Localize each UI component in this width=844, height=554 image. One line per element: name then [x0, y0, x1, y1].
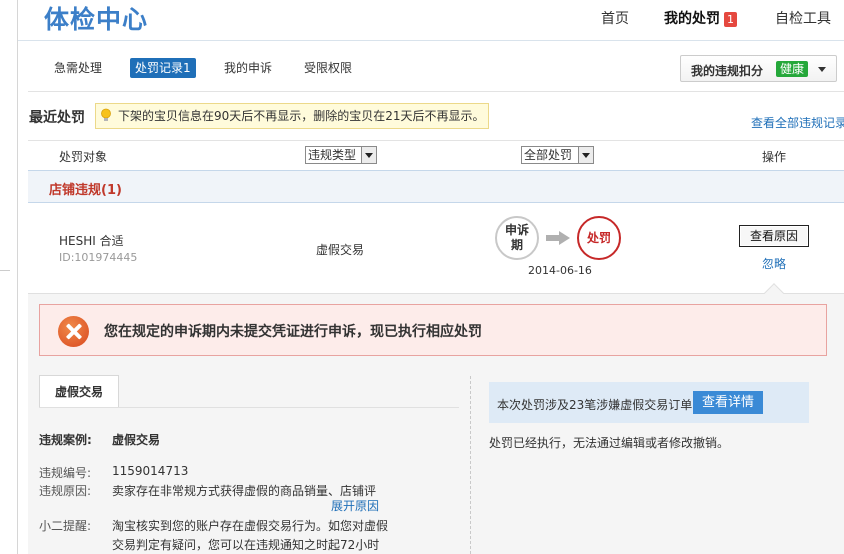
dropdown-arrow-icon	[361, 147, 376, 163]
notice-text: 下架的宝贝信息在90天后不再显示，删除的宝贝在21天后不再显示。	[118, 109, 485, 123]
reminder-label: 小二提醒:	[39, 519, 92, 533]
ignore-link[interactable]: 忽略	[762, 255, 786, 272]
reminder-text-line2: 交易判定有疑问，您可以在违规通知之时起72小时	[112, 538, 380, 552]
dropdown-arrow-icon	[578, 147, 593, 163]
tabs-divider	[28, 91, 844, 92]
nav-self-check-link[interactable]: 自检工具	[775, 8, 831, 28]
violation-number-value: 1159014713	[112, 464, 189, 478]
case-tab-fake-trade[interactable]: 虚假交易	[39, 375, 119, 408]
tab-restricted-permissions[interactable]: 受限权限	[304, 58, 352, 78]
violation-score-label: 我的违规扣分	[691, 64, 764, 78]
column-header-object: 处罚对象	[59, 150, 108, 164]
penalty-count-badge: 1	[724, 12, 737, 27]
recent-penalty-title: 最近处罚	[29, 110, 85, 126]
view-details-button[interactable]: 查看详情	[693, 391, 763, 414]
step-penalty: 处罚	[577, 216, 621, 260]
nav-my-penalty-link[interactable]: 我的处罚 1	[664, 8, 737, 28]
case-tab-divider	[39, 407, 459, 408]
case-value: 虚假交易	[112, 433, 161, 447]
executed-message: 处罚已经执行，无法通过编辑或者修改撤销。	[489, 436, 730, 450]
penalty-filter-select[interactable]: 全部处罚	[521, 146, 594, 164]
violation-score-dropdown[interactable]: 我的违规扣分 健康	[680, 55, 837, 82]
health-status-badge: 健康	[776, 61, 809, 77]
step-appeal-line2: 期	[510, 238, 523, 252]
group-title-shop-violation: 店铺违规(1)	[49, 183, 122, 198]
order-info-text: 本次处罚涉及23笔涉嫌虚假交易订单	[497, 398, 693, 412]
error-x-icon	[58, 316, 89, 347]
notice-banner: 下架的宝贝信息在90天后不再显示，删除的宝贝在21天后不再显示。	[95, 103, 489, 129]
violation-reason-label: 违规原因:	[39, 484, 92, 498]
reminder-text-line1: 淘宝核实到您的账户存在虚假交易行为。如您对虚假	[112, 519, 389, 533]
chevron-down-icon	[818, 67, 826, 72]
step-appeal-line1: 申诉	[504, 223, 529, 237]
violation-type-selected: 违规类型	[308, 148, 357, 162]
header-divider	[18, 40, 844, 41]
nav-home-link[interactable]: 首页	[601, 8, 629, 28]
view-all-records-link[interactable]: 查看全部违规记录	[751, 114, 844, 131]
tab-penalty-records[interactable]: 处罚记录1	[130, 58, 196, 78]
case-label: 违规案例:	[39, 433, 92, 447]
view-reason-button[interactable]: 查看原因	[739, 225, 809, 247]
nav-my-penalty-label: 我的处罚	[664, 11, 720, 27]
alert-message: 您在规定的申诉期内未提交凭证进行申诉，现已执行相应处罚	[104, 324, 482, 340]
lightbulb-icon	[101, 108, 111, 121]
table-header-divider	[28, 140, 844, 141]
row-date: 2014-06-16	[528, 264, 592, 277]
violation-number-label: 违规编号:	[39, 466, 92, 480]
row-shop-name: HESHI 合适	[59, 234, 124, 248]
arrow-right-icon	[546, 231, 570, 245]
column-header-operation: 操作	[762, 150, 787, 164]
row-shop-id: ID:101974445	[59, 251, 138, 264]
left-sidebar-edge	[0, 0, 18, 554]
tab-urgent[interactable]: 急需处理	[54, 58, 102, 78]
violation-type-select[interactable]: 违规类型	[305, 146, 377, 164]
brand-title: 体检中心	[44, 5, 149, 34]
group-header-bar	[28, 170, 844, 203]
row-violation-type: 虚假交易	[316, 243, 365, 257]
penalty-filter-selected: 全部处罚	[524, 148, 573, 162]
tab-my-appeal[interactable]: 我的申诉	[224, 58, 272, 78]
expand-reason-link[interactable]: 展开原因	[331, 497, 379, 514]
detail-vertical-divider	[470, 376, 471, 554]
step-appeal-period: 申诉 期	[495, 216, 539, 260]
